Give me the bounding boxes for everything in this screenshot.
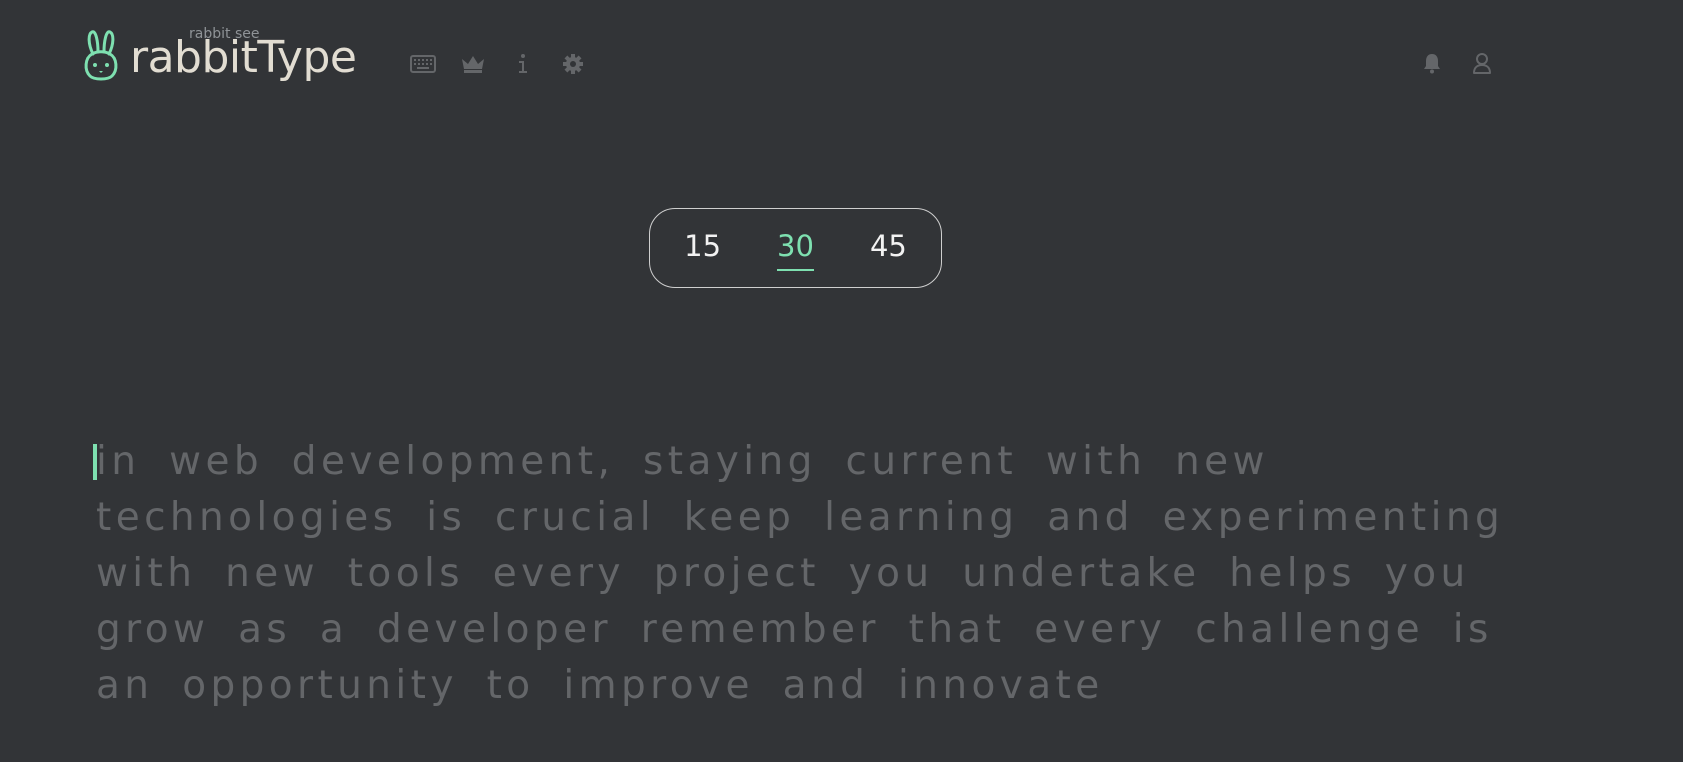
text-line: in web development, staying current with… [96, 439, 1269, 484]
keyboard-icon[interactable] [408, 49, 438, 79]
gear-icon[interactable] [558, 49, 588, 79]
duration-option-30[interactable]: 30 [777, 229, 814, 271]
info-icon[interactable] [508, 49, 538, 79]
text-line: grow as a developer remember that every … [96, 607, 1493, 652]
account-nav [1417, 48, 1517, 78]
top-nav [408, 49, 608, 79]
logo-subtitle: rabbit see [189, 26, 260, 42]
text-caret [93, 444, 97, 480]
rabbit-icon [84, 30, 118, 81]
duration-selector: 15 30 45 [649, 208, 942, 288]
crown-icon[interactable] [458, 49, 488, 79]
text-line: with new tools every project you underta… [96, 551, 1470, 596]
bell-icon[interactable] [1417, 48, 1447, 78]
logo[interactable]: rabbit see rabbitType [82, 26, 357, 82]
duration-option-15[interactable]: 15 [684, 229, 721, 267]
app-page: rabbit see rabbitType 15 30 45 in web de… [0, 0, 1683, 762]
user-icon[interactable] [1467, 48, 1497, 78]
text-line: an opportunity to improve and innovate [96, 663, 1104, 708]
text-line: technologies is crucial keep learning an… [96, 495, 1505, 540]
duration-option-45[interactable]: 45 [870, 229, 907, 267]
typing-area[interactable]: in web development, staying current with… [93, 434, 1516, 714]
